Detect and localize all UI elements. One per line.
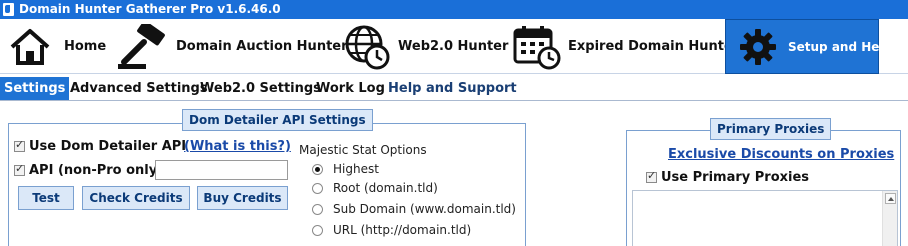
proxy-list[interactable] <box>632 190 898 246</box>
radio-url[interactable]: URL (http://domain.tld) <box>312 223 471 237</box>
radio-empty-icon <box>312 203 323 215</box>
subtab-bar: Settings Advanced Settings Web2.0 Settin… <box>0 75 908 101</box>
tab-advanced-settings[interactable]: Advanced Settings <box>66 77 212 100</box>
use-primary-proxies-label: Use Primary Proxies <box>661 170 810 185</box>
home-icon <box>8 27 52 67</box>
check-credits-button[interactable]: Check Credits <box>82 186 190 210</box>
radio-subdomain[interactable]: Sub Domain (www.domain.tld) <box>312 202 516 216</box>
radio-root[interactable]: Root (domain.tld) <box>312 181 438 195</box>
radio-root-label: Root (domain.tld) <box>333 181 438 195</box>
radio-empty-icon <box>312 182 323 194</box>
gear-icon <box>738 27 778 67</box>
dom-detailer-legend: Dom Detailer API Settings <box>182 109 373 131</box>
toolbar-expired-domain-label: Expired Domain Hunter <box>568 39 740 54</box>
toolbar-setup-help-label: Setup and Help <box>788 39 893 54</box>
radio-url-label: URL (http://domain.tld) <box>333 223 472 237</box>
api-key-input[interactable] <box>155 160 288 180</box>
use-dom-detailer-checkbox[interactable]: Use Dom Detailer API <box>14 138 187 154</box>
main-toolbar: Home Domain Auction Hunter Web2.0 Hunter <box>0 19 908 74</box>
radio-selected-icon <box>312 163 323 175</box>
gavel-icon <box>116 23 170 70</box>
toolbar-expired-domain-button[interactable]: Expired Domain Hunter <box>512 19 739 74</box>
toolbar-web20-button[interactable]: Web2.0 Hunter <box>344 19 508 74</box>
what-is-this-link[interactable]: (What is this?) <box>184 139 291 154</box>
app-logo-icon <box>3 3 14 16</box>
buy-credits-button[interactable]: Buy Credits <box>197 186 288 210</box>
tab-web20-settings[interactable]: Web2.0 Settings <box>196 77 325 100</box>
primary-proxies-legend: Primary Proxies <box>710 118 832 140</box>
api-non-pro-label: API (non-Pro only) <box>29 163 164 178</box>
use-primary-proxies-checkbox[interactable]: Use Primary Proxies <box>646 169 810 185</box>
test-button[interactable]: Test <box>18 186 74 210</box>
window-title: Domain Hunter Gatherer Pro v1.6.46.0 <box>19 2 281 16</box>
toolbar-setup-help-button[interactable]: Setup and Help <box>725 19 892 74</box>
toolbar-home-button[interactable]: Home <box>8 19 108 74</box>
majestic-options-title: Majestic Stat Options <box>299 143 427 157</box>
title-bar: Domain Hunter Gatherer Pro v1.6.46.0 <box>0 0 908 19</box>
tab-settings[interactable]: Settings <box>0 77 70 100</box>
radio-highest-label: Highest <box>333 162 379 176</box>
radio-empty-icon <box>312 224 323 236</box>
radio-highest[interactable]: Highest <box>312 162 379 176</box>
scroll-up-arrow-icon[interactable] <box>885 193 896 204</box>
proxy-list-scrollbar[interactable] <box>882 191 897 246</box>
api-non-pro-checkbox[interactable]: API (non-Pro only) <box>14 162 164 178</box>
checkbox-checked-icon <box>14 138 25 152</box>
use-dom-detailer-label: Use Dom Detailer API <box>29 139 187 154</box>
tab-help-support[interactable]: Help and Support <box>384 77 521 100</box>
toolbar-home-label: Home <box>64 39 107 54</box>
globe-clock-icon <box>344 24 390 70</box>
exclusive-discounts-link[interactable]: Exclusive Discounts on Proxies <box>668 147 894 162</box>
checkbox-checked-icon <box>646 169 657 183</box>
tab-work-log[interactable]: Work Log <box>312 77 389 100</box>
toolbar-domain-auction-label: Domain Auction Hunter <box>176 39 348 54</box>
checkbox-checked-icon <box>14 162 25 176</box>
toolbar-web20-label: Web2.0 Hunter <box>398 39 509 54</box>
calendar-clock-icon <box>512 24 562 70</box>
radio-subdomain-label: Sub Domain (www.domain.tld) <box>333 202 516 216</box>
toolbar-domain-auction-button[interactable]: Domain Auction Hunter <box>116 19 348 74</box>
